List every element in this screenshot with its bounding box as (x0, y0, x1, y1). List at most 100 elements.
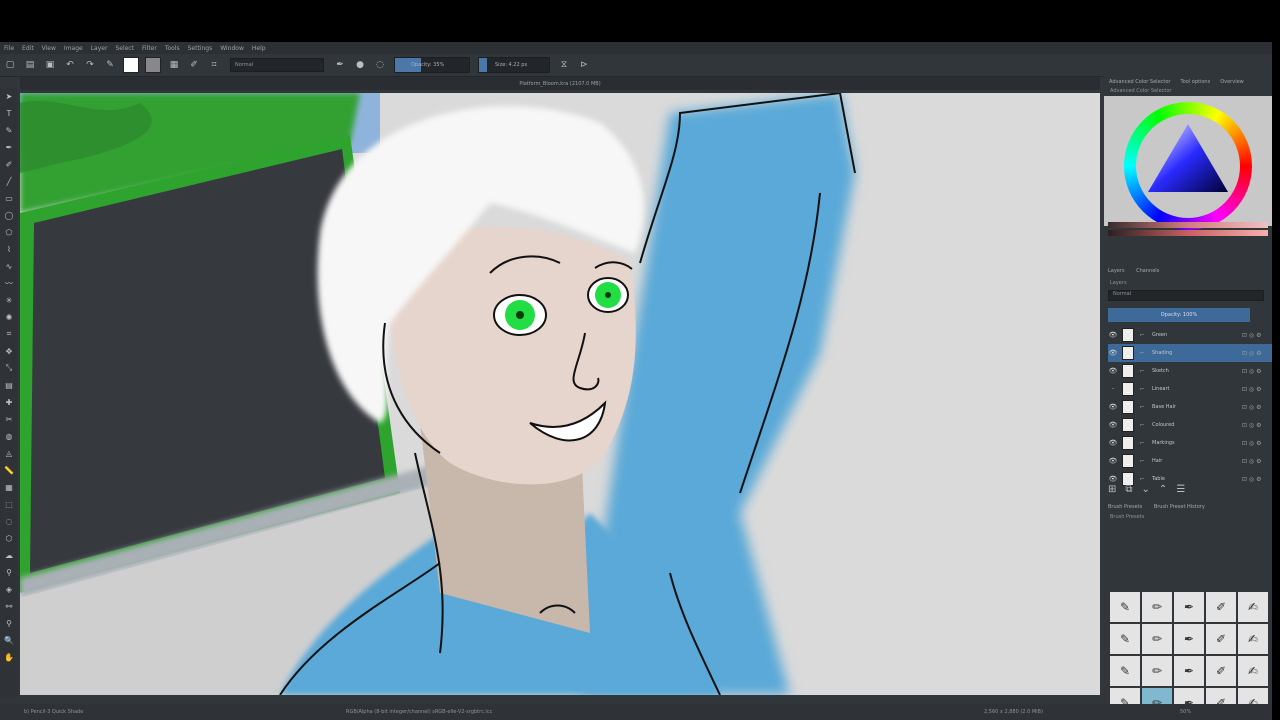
move-layer-down-icon[interactable]: ⌄ (1142, 484, 1150, 495)
mirror-vertical-icon[interactable]: ⊳ (577, 58, 591, 72)
wrap-icon[interactable]: ◌ (373, 58, 387, 72)
eraser-mode-icon[interactable]: ✎ (103, 58, 117, 72)
brush-preset-icon[interactable]: ✐ (187, 58, 201, 72)
brush-preset-icon[interactable]: ✍ (1238, 592, 1268, 622)
brush-preset-icon[interactable]: ✍ (1238, 624, 1268, 654)
fill-icon[interactable]: ◍ (3, 430, 15, 442)
brush-preset-icon[interactable]: ✏ (1142, 592, 1172, 622)
polygon-select-icon[interactable]: ⬡ (3, 532, 15, 544)
layer-row[interactable]: 👁 ⌐ Hair ⊡ ◎ ⚙ (1108, 452, 1272, 470)
preserve-alpha-icon[interactable]: ● (353, 58, 367, 72)
layer-row[interactable]: 👁 ⌐ Sketch ⊡ ◎ ⚙ (1108, 362, 1272, 380)
shade-bar-1[interactable] (1108, 222, 1268, 228)
tab-layers[interactable]: Layers (1108, 268, 1125, 274)
rectangle-icon[interactable]: ▭ (3, 192, 15, 204)
brush-preset-icon[interactable]: ✏ (1142, 624, 1172, 654)
move-icon[interactable]: ✥ (3, 345, 15, 357)
eye-icon[interactable]: 👁 (1108, 421, 1118, 429)
layer-flags-icon[interactable]: ⊡ ◎ ⚙ (1242, 458, 1272, 465)
redo-icon[interactable]: ↷ (83, 58, 97, 72)
shade-bar-2[interactable] (1108, 230, 1268, 236)
add-layer-icon[interactable]: ⊞ (1108, 484, 1116, 495)
tab-brush-history[interactable]: Brush Preset History (1154, 504, 1205, 510)
menu-window[interactable]: Window (216, 45, 248, 52)
brush-preset-icon[interactable]: ✏ (1142, 656, 1172, 686)
ellipse-icon[interactable]: ◯ (3, 209, 15, 221)
layer-blend-mode-select[interactable]: Normal (1108, 290, 1264, 301)
text-icon[interactable]: T (3, 107, 15, 119)
menu-layer[interactable]: Layer (87, 45, 112, 52)
brush-preset-icon[interactable]: ✎ (1110, 592, 1140, 622)
reference-icon[interactable]: ▦ (3, 481, 15, 493)
layer-flags-icon[interactable]: ⊡ ◎ ⚙ (1242, 476, 1272, 483)
freehand-select-icon[interactable]: ☁ (3, 549, 15, 561)
magnetic-select-icon[interactable]: ⚲ (3, 617, 15, 629)
contiguous-select-icon[interactable]: ⚲ (3, 566, 15, 578)
menu-select[interactable]: Select (111, 45, 138, 52)
layer-row[interactable]: 👁 ⌐ Markings ⊡ ◎ ⚙ (1108, 434, 1272, 452)
layer-flags-icon[interactable]: ⊡ ◎ ⚙ (1242, 368, 1272, 375)
status-zoom[interactable]: 50% (1180, 709, 1191, 715)
assistant-icon[interactable]: ◬ (3, 447, 15, 459)
brush-preset-icon[interactable]: ✐ (1206, 656, 1236, 686)
select-icon[interactable]: ➤ (3, 90, 15, 102)
new-document-icon[interactable]: ▢ (3, 58, 17, 72)
layer-flags-icon[interactable]: ⊡ ◎ ⚙ (1242, 332, 1272, 339)
mirror-horizontal-icon[interactable]: ⧖ (557, 58, 571, 72)
brush-icon[interactable]: ✐ (3, 158, 15, 170)
tab-tool-options[interactable]: Tool options (1175, 79, 1215, 85)
menu-help[interactable]: Help (248, 45, 270, 52)
layer-flags-icon[interactable]: ⊡ ◎ ⚙ (1242, 386, 1272, 393)
eye-icon[interactable]: 👁 (1108, 439, 1118, 447)
bezier-icon[interactable]: ∿ (3, 260, 15, 272)
brush-preset-icon[interactable]: ✍ (1238, 656, 1268, 686)
color-triangle[interactable] (1148, 124, 1228, 192)
gradient-icon[interactable]: ▤ (3, 379, 15, 391)
eye-icon[interactable]: 👁 (1108, 349, 1118, 357)
multibrush-icon[interactable]: ✺ (3, 311, 15, 323)
brush-preset-icon[interactable]: ✒ (1174, 656, 1204, 686)
color-picker-icon[interactable]: ✚ (3, 396, 15, 408)
zoom-icon[interactable]: 🔍 (3, 634, 15, 646)
menu-file[interactable]: File (0, 45, 18, 52)
polyline-icon[interactable]: ⌇ (3, 243, 15, 255)
pan-icon[interactable]: ✋ (3, 651, 15, 663)
patch-icon[interactable]: ✂ (3, 413, 15, 425)
undo-icon[interactable]: ↶ (63, 58, 77, 72)
brush-preset-icon[interactable]: ✒ (1174, 624, 1204, 654)
ellipse-select-icon[interactable]: ◌ (3, 515, 15, 527)
duplicate-layer-icon[interactable]: ⧉ (1125, 484, 1132, 495)
dynamic-brush-icon[interactable]: ✳ (3, 294, 15, 306)
tab-advanced-color-selector[interactable]: Advanced Color Selector (1104, 79, 1175, 85)
brush-preset-icon[interactable]: ✒ (1174, 592, 1204, 622)
background-color-swatch[interactable] (145, 57, 161, 73)
tab-overview[interactable]: Overview (1215, 79, 1249, 85)
brush-preset-icon[interactable]: ✐ (1206, 592, 1236, 622)
save-document-icon[interactable]: ▣ (43, 58, 57, 72)
menu-settings[interactable]: Settings (184, 45, 217, 52)
foreground-color-swatch[interactable] (123, 57, 139, 73)
brush-preset-icon[interactable]: ✐ (1206, 624, 1236, 654)
brush-preset-icon[interactable]: ✎ (1110, 624, 1140, 654)
eye-icon[interactable]: 👁 (1108, 457, 1118, 465)
eye-icon[interactable]: · (1108, 385, 1118, 393)
brush-settings-icon[interactable]: ⌗ (207, 58, 221, 72)
layer-row[interactable]: 👁 ⌐ Shading ⊡ ◎ ⚙ (1108, 344, 1272, 362)
menu-edit[interactable]: Edit (18, 45, 38, 52)
line-icon[interactable]: ╱ (3, 175, 15, 187)
rect-select-icon[interactable]: ⬚ (3, 498, 15, 510)
layer-flags-icon[interactable]: ⊡ ◎ ⚙ (1242, 440, 1272, 447)
size-slider[interactable]: Size: 4.22 px (478, 57, 550, 73)
layer-row[interactable]: 👁 ⌐ Green ⊡ ◎ ⚙ (1108, 326, 1272, 344)
color-shade-bars[interactable] (1108, 222, 1268, 236)
transform-icon[interactable]: ⤡ (3, 362, 15, 374)
layer-flags-icon[interactable]: ⊡ ◎ ⚙ (1242, 350, 1272, 357)
tab-channels[interactable]: Channels (1136, 268, 1159, 274)
similar-select-icon[interactable]: ◈ (3, 583, 15, 595)
layer-row[interactable]: 👁 ⌐ Base Hair ⊡ ◎ ⚙ (1108, 398, 1272, 416)
blend-mode-select[interactable]: Normal (230, 58, 324, 72)
open-document-icon[interactable]: ▤ (23, 58, 37, 72)
bezier-select-icon[interactable]: ⚯ (3, 600, 15, 612)
menu-tools[interactable]: Tools (161, 45, 184, 52)
eye-icon[interactable]: 👁 (1108, 403, 1118, 411)
